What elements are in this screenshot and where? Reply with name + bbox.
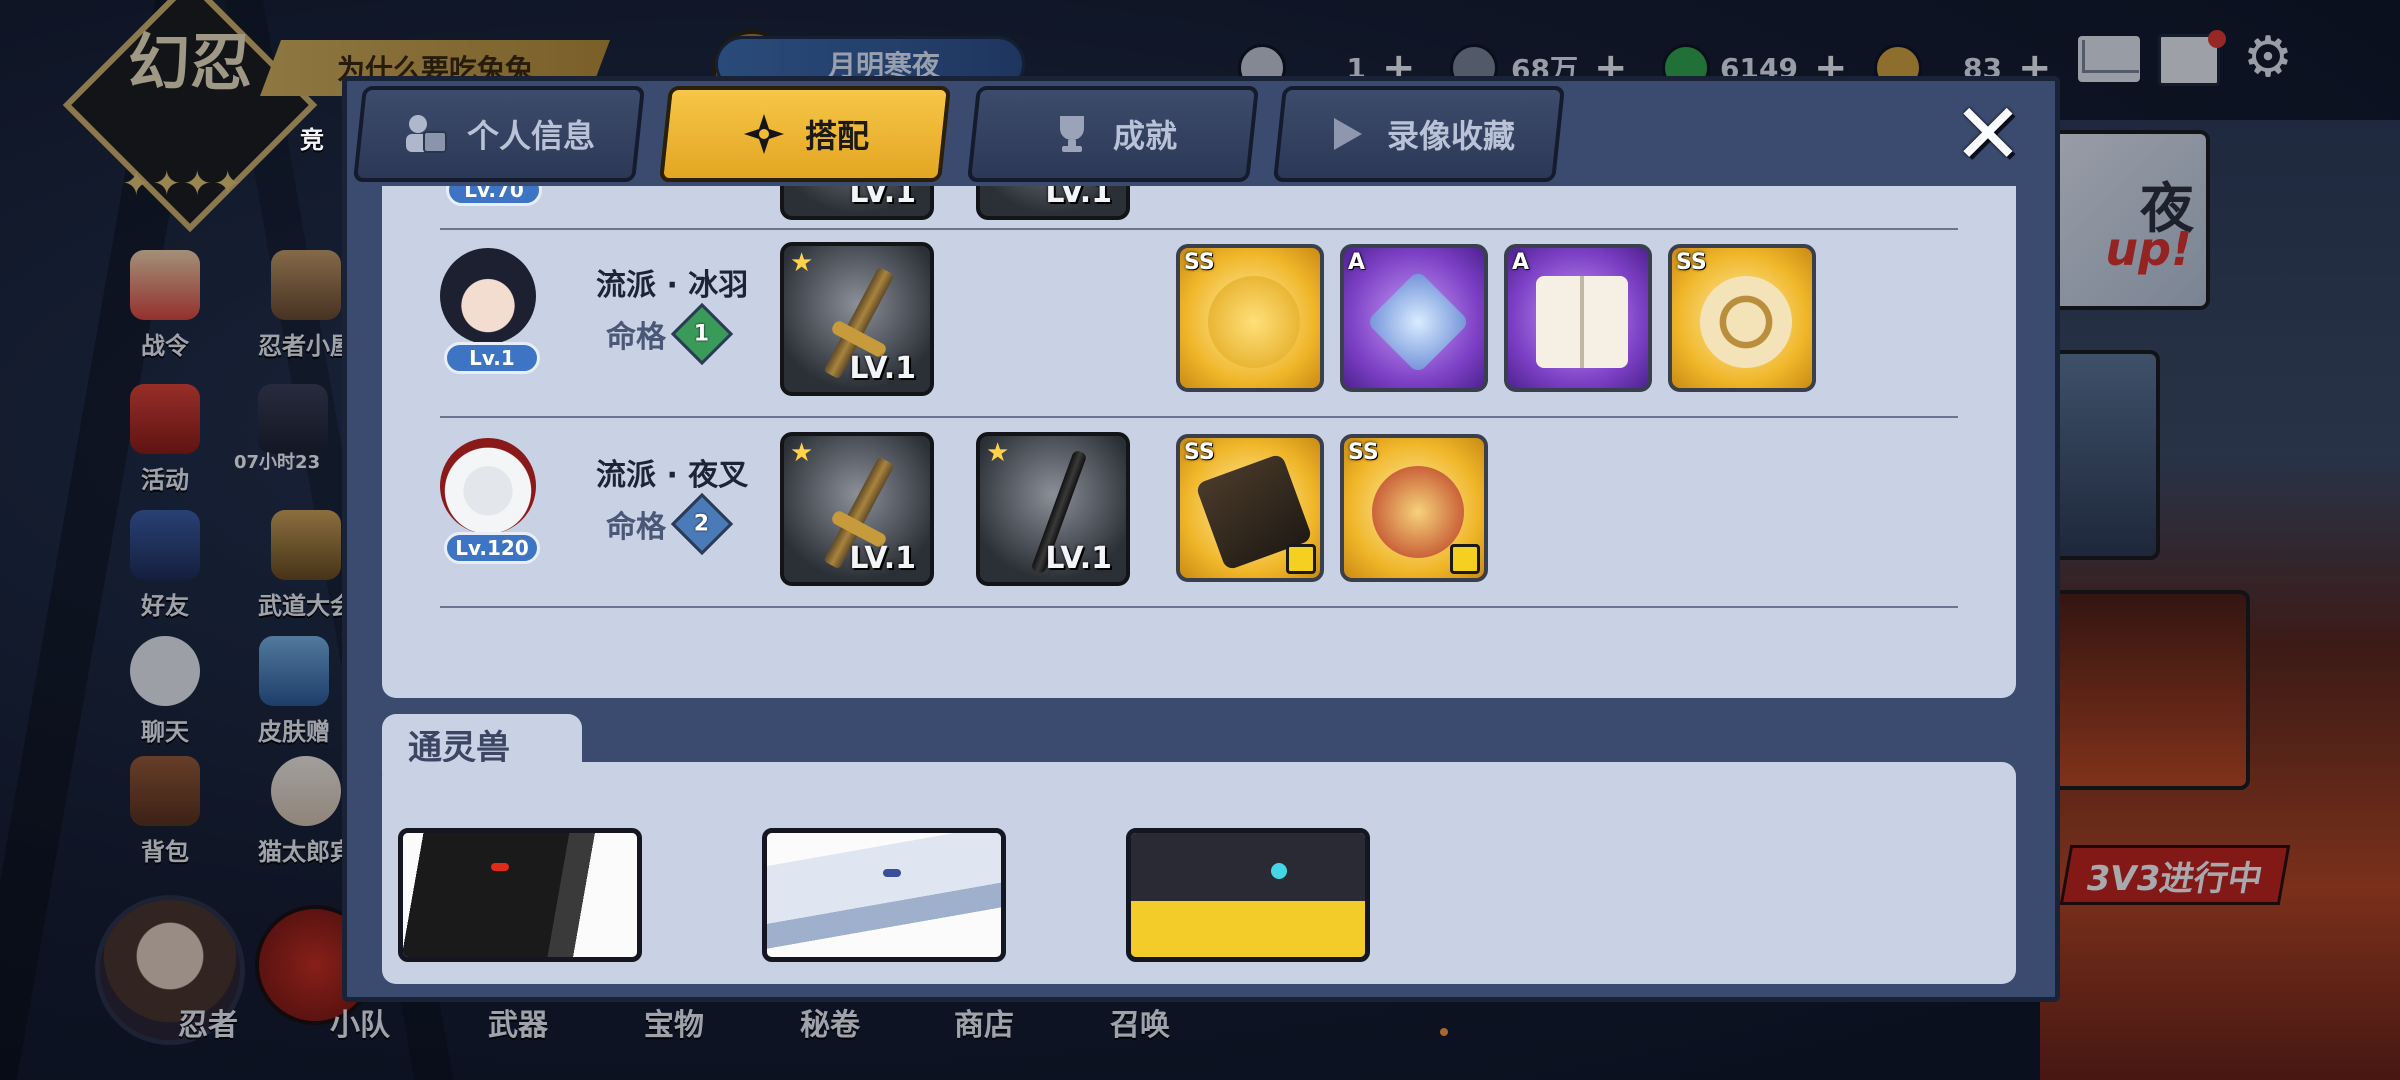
weapon-card[interactable]: ★ LV.1	[976, 432, 1130, 586]
row-divider	[440, 606, 1958, 608]
equipped-tag-icon	[1286, 544, 1316, 574]
beast-card[interactable]	[398, 828, 642, 962]
weapon-level: LV.1	[849, 541, 916, 576]
hero-fate: 命格 1	[606, 302, 734, 366]
tab-label: 成就	[1112, 117, 1177, 155]
tab-personal-info[interactable]: 个人信息	[352, 86, 646, 182]
close-button[interactable]: ✕	[1950, 85, 2026, 183]
beast-card[interactable]	[762, 828, 1006, 962]
fate-label: 命格	[606, 510, 666, 545]
fate-gem-icon: 2	[670, 492, 734, 556]
grade-badge: SS	[1184, 250, 1215, 275]
grade-badge: A	[1348, 250, 1366, 275]
hero-level-badge: Lv.1	[444, 342, 540, 374]
sidebar-partial-label: 竞	[300, 126, 324, 154]
row-divider	[440, 416, 1958, 418]
tab-label: 录像收藏	[1386, 117, 1515, 155]
hero-avatar[interactable]: Lv.120	[430, 438, 540, 564]
scroll-card[interactable]: SS	[1668, 244, 1816, 392]
golden-doll-icon	[1208, 276, 1300, 368]
scroll-card[interactable]: A	[1504, 244, 1652, 392]
weapon-card[interactable]: ★ LV.1	[780, 242, 934, 396]
weapon-level: LV.1	[849, 186, 916, 210]
fate-label: 命格	[606, 320, 666, 355]
beast-card[interactable]	[1126, 828, 1370, 962]
hero-level-badge: Lv.120	[444, 532, 540, 564]
row-divider	[440, 228, 1958, 230]
white-eagle-icon	[767, 833, 1001, 957]
fate-value: 2	[694, 511, 710, 537]
tab-achievements[interactable]: 成就	[966, 86, 1260, 182]
eagle-eye	[883, 869, 901, 877]
tab-loadout[interactable]: 搭配	[658, 86, 952, 182]
shuriken-icon	[741, 111, 787, 157]
hero-school: 流派 · 夜叉	[596, 458, 749, 493]
trophy-icon	[1049, 111, 1095, 157]
weapon-level: LV.1	[1045, 541, 1112, 576]
golden-sigil-icon	[1700, 276, 1792, 368]
scroll-card[interactable]: SS	[1176, 434, 1324, 582]
crow-eye	[1271, 863, 1287, 879]
crow-beast-icon	[1131, 833, 1365, 957]
weapon-card[interactable]: ★ LV.1	[780, 432, 934, 586]
hero-fate: 命格 2	[606, 492, 734, 556]
star-icon: ★	[790, 438, 814, 468]
profile-card-icon	[403, 111, 449, 157]
tab-label: 个人信息	[466, 117, 595, 155]
ice-crystal-icon	[1365, 269, 1471, 375]
weapon-card[interactable]: LV.1	[780, 186, 934, 220]
star-icon: ★	[986, 438, 1010, 468]
fate-gem-icon: 1	[670, 302, 734, 366]
grade-badge: SS	[1676, 250, 1707, 275]
play-icon	[1323, 111, 1369, 157]
tab-replays[interactable]: 录像收藏	[1272, 86, 1566, 182]
grade-badge: A	[1512, 250, 1530, 275]
hero-row: Lv.1 流派 · 冰羽 命格 1 ★ LV.1 SS A A SS	[382, 242, 2016, 432]
scroll-card[interactable]: SS	[1176, 244, 1324, 392]
hero-school: 流派 · 冰羽	[596, 268, 749, 303]
star-icon: ★	[790, 248, 814, 278]
grade-badge: SS	[1184, 440, 1215, 465]
tab-label: 搭配	[804, 117, 869, 155]
grade-badge: SS	[1348, 440, 1379, 465]
weapon-level: LV.1	[849, 351, 916, 386]
fate-value: 1	[694, 321, 710, 347]
hero-portrait	[440, 438, 536, 534]
scroll-card[interactable]: A	[1340, 244, 1488, 392]
equipped-tag-icon	[1450, 544, 1480, 574]
hero-portrait	[440, 248, 536, 344]
weapon-card[interactable]: LV.1	[976, 186, 1130, 220]
hero-level-badge: Lv.70	[446, 186, 542, 206]
red-rune-book-icon	[1536, 276, 1628, 368]
weapon-level: LV.1	[1045, 186, 1112, 210]
scroll-card[interactable]: SS	[1340, 434, 1488, 582]
dragon-eye	[491, 863, 509, 871]
black-dragon-icon	[403, 833, 637, 957]
loadout-panel[interactable]: Lv.70 LV.1 LV.1 Lv.1 流派 · 冰羽 命格 1 ★ LV.1…	[382, 186, 2016, 698]
hero-avatar[interactable]: Lv.1	[430, 248, 540, 374]
hero-row: Lv.120 流派 · 夜叉 命格 2 ★ LV.1 ★ LV.1 SS SS	[382, 432, 2016, 622]
